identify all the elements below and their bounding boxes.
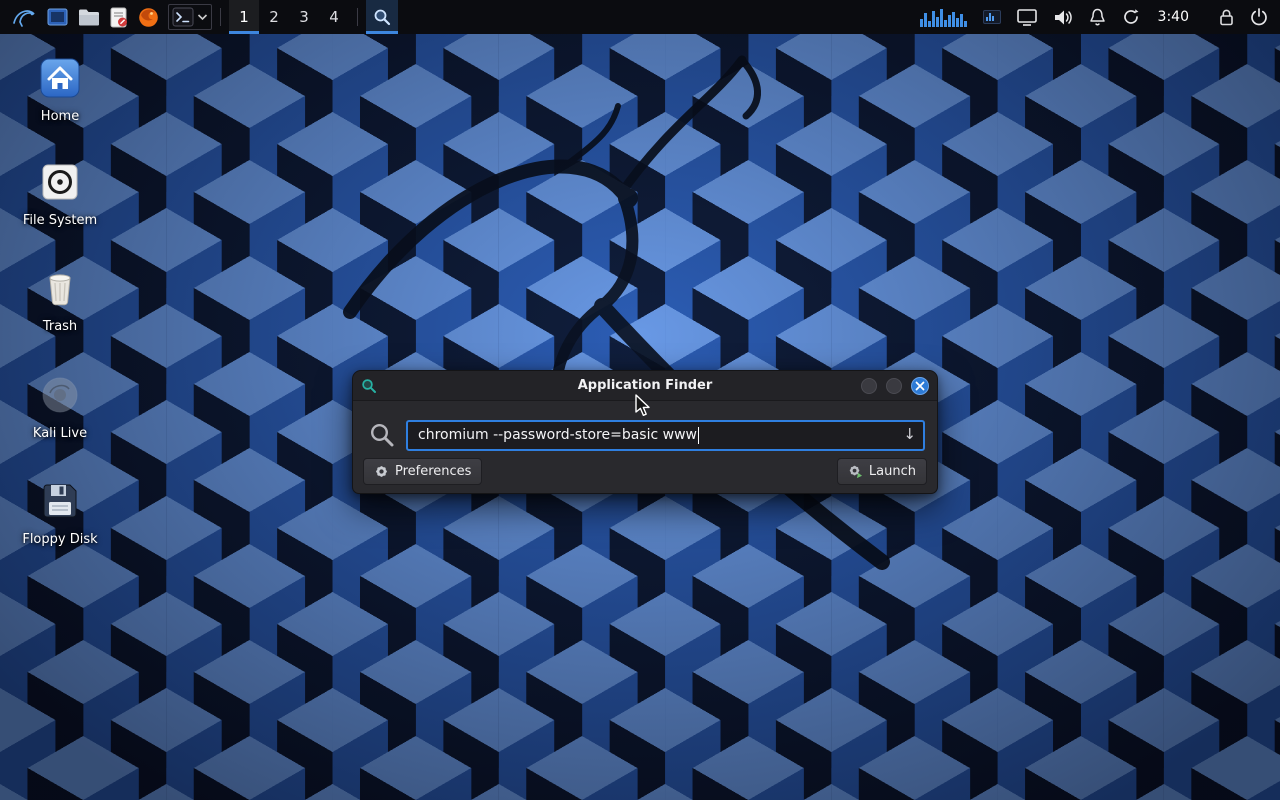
updates-button[interactable]: [1122, 8, 1140, 26]
firefox-icon: [138, 7, 159, 28]
desktop-icon-label: Floppy Disk: [12, 532, 108, 547]
maximize-button[interactable]: [886, 378, 902, 394]
desktop-icon-label: Home: [12, 109, 108, 124]
workspace-label: 3: [299, 8, 309, 26]
launch-icon: [848, 464, 863, 479]
kali-live-icon: [38, 373, 82, 417]
panel-separator: [220, 8, 221, 26]
launch-label: Launch: [869, 464, 916, 479]
desktop-window-icon: [47, 7, 68, 27]
gear-icon: [374, 464, 389, 479]
top-panel: 1 2 3 4: [0, 0, 1280, 34]
display-icon: [1017, 9, 1037, 26]
launcher-firefox-button[interactable]: [133, 0, 164, 34]
volume-icon: [1053, 9, 1073, 26]
kali-menu-button[interactable]: [6, 0, 42, 34]
clock[interactable]: 3:40: [1156, 9, 1191, 25]
kali-dragon-art: [240, 40, 960, 600]
panel-left: 1 2 3 4: [0, 0, 398, 34]
window-buttons: [861, 377, 929, 395]
launcher-terminal-button[interactable]: [172, 7, 194, 27]
close-button[interactable]: [911, 377, 929, 395]
window-title: Application Finder: [413, 378, 877, 393]
display-settings-button[interactable]: [1017, 9, 1037, 26]
terminal-dropdown-button[interactable]: [194, 13, 208, 21]
launcher-terminal-group: [168, 4, 212, 30]
workspace-label: 4: [329, 8, 339, 26]
notifications-button[interactable]: [1089, 8, 1106, 26]
minimize-button[interactable]: [861, 378, 877, 394]
desktop-icon-floppy-disk[interactable]: Floppy Disk: [12, 478, 108, 547]
trash-icon: [38, 266, 82, 310]
volume-button[interactable]: [1053, 9, 1073, 26]
desktop-icon-label: Kali Live: [12, 426, 108, 441]
text-caret: [698, 427, 699, 444]
chevron-down-icon: [197, 13, 208, 21]
close-icon: [915, 381, 925, 391]
taskbar-app-finder-button[interactable]: [366, 0, 398, 34]
floppy-disk-icon: [38, 479, 82, 523]
desktop-icon-kali-live[interactable]: Kali Live: [12, 372, 108, 441]
folder-icon: [78, 8, 100, 27]
dropdown-arrow-icon[interactable]: ↓: [903, 427, 916, 442]
dragon-head: [618, 188, 638, 208]
refresh-circle-icon: [1122, 8, 1140, 26]
desktop-icon-label: Trash: [12, 319, 108, 334]
panel-tray: 3:40: [920, 0, 1280, 34]
workspace-button-2[interactable]: 2: [259, 0, 289, 34]
titlebar[interactable]: Application Finder: [353, 371, 937, 401]
search-input[interactable]: chromium --password-store=basic www ↓: [406, 420, 925, 451]
audio-spectrum-indicator[interactable]: [920, 7, 967, 27]
application-finder-window: Application Finder chromium --password-s…: [352, 370, 938, 494]
launcher-desktop-button[interactable]: [42, 0, 73, 34]
logout-button[interactable]: [1250, 8, 1268, 26]
workspace-label: 2: [269, 8, 279, 26]
search-input-value: chromium --password-store=basic www: [418, 427, 697, 443]
workspace-button-4[interactable]: 4: [319, 0, 349, 34]
lock-icon: [1219, 8, 1234, 26]
desktop-icon-trash[interactable]: Trash: [12, 265, 108, 334]
desktop-screen: 1 2 3 4: [0, 0, 1280, 800]
launcher-file-manager-button[interactable]: [73, 0, 105, 34]
terminal-icon: [172, 7, 194, 27]
workspace-button-3[interactable]: 3: [289, 0, 319, 34]
preferences-button[interactable]: Preferences: [363, 458, 482, 485]
launcher-text-editor-button[interactable]: [105, 0, 133, 34]
kali-logo-icon: [11, 6, 37, 28]
app-finder-window-icon: [361, 378, 377, 394]
tray-indicator[interactable]: [983, 10, 1001, 24]
screen-lock-button[interactable]: [1219, 8, 1234, 26]
launch-button[interactable]: Launch: [837, 458, 927, 485]
search-icon: [373, 8, 391, 26]
text-editor-icon: [110, 7, 128, 28]
home-icon: [38, 56, 82, 100]
search-icon: [369, 422, 395, 448]
panel-separator: [357, 8, 358, 26]
desktop-icon-file-system[interactable]: File System: [12, 159, 108, 228]
preferences-label: Preferences: [395, 464, 471, 479]
search-row: chromium --password-store=basic www ↓: [369, 419, 925, 451]
desktop-icon-label: File System: [12, 213, 108, 228]
workspace-label: 1: [239, 8, 249, 26]
bell-icon: [1089, 8, 1106, 26]
workspace-button-1[interactable]: 1: [229, 0, 259, 34]
desktop-icon-home[interactable]: Home: [12, 55, 108, 124]
button-row: Preferences Launch: [363, 458, 927, 485]
power-icon: [1250, 8, 1268, 26]
file-system-icon: [38, 160, 82, 204]
